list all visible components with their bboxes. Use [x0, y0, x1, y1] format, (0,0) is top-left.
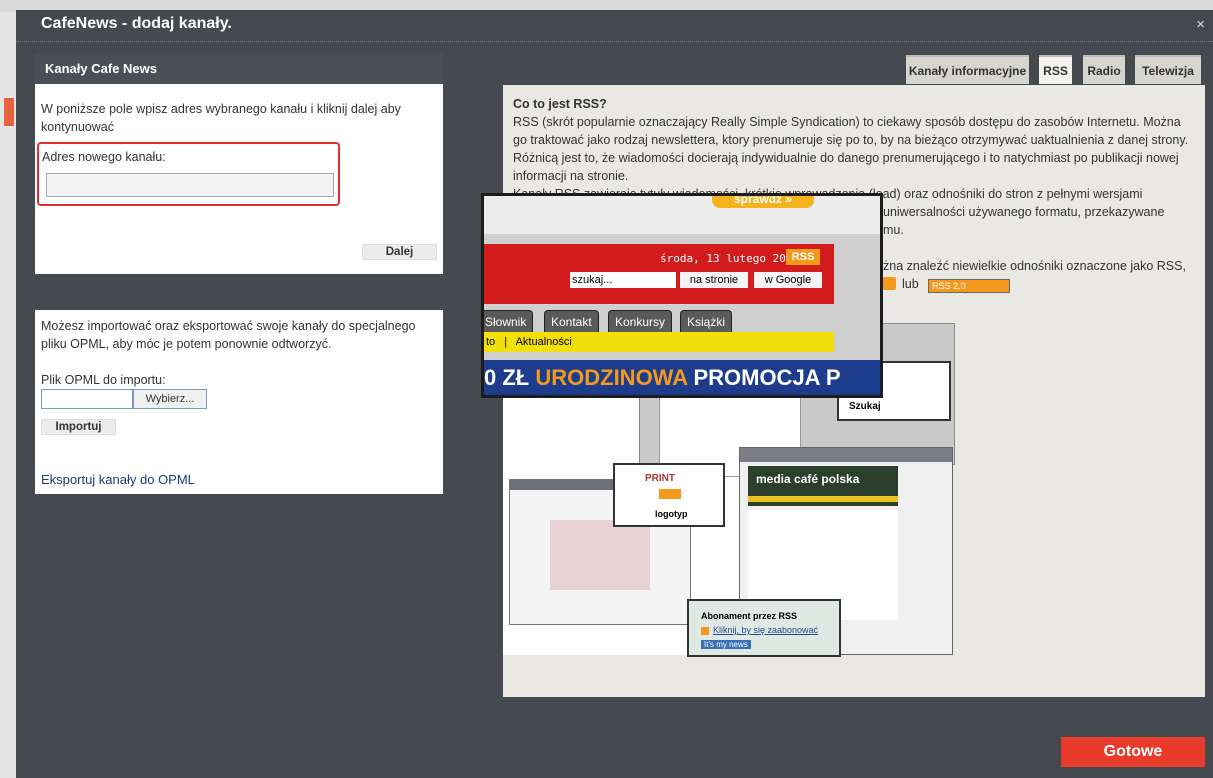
rss-subscribe-icon — [701, 627, 709, 635]
add-channel-panel: W poniższe pole wpisz adres wybranego ka… — [35, 84, 443, 274]
zoom-tab-contact: Kontakt — [544, 310, 599, 333]
zoom-nav: to | Aktualności — [484, 332, 834, 352]
title-divider — [16, 41, 1213, 42]
zoom-overlay: sprawdź » środa, 13 lutego 2008 RSS szuk… — [481, 193, 883, 398]
zoom-banner-mid: URODZINOWA — [535, 365, 688, 390]
rss-description: RSS (skrót popularnie oznaczający Really… — [513, 115, 1189, 183]
intro-text: W poniższe pole wpisz adres wybranego ka… — [41, 102, 401, 134]
opml-text: Możesz importować oraz eksportować swoje… — [41, 319, 416, 351]
rss-heading: Co to jest RSS? — [513, 97, 607, 111]
tab-radio[interactable]: Radio — [1083, 55, 1125, 84]
print-rss-icon — [659, 489, 681, 499]
tab-tv[interactable]: Telewizja — [1135, 55, 1201, 84]
zoom-promo-banner: 0 ZŁ URODZINOWA PROMOCJA P — [484, 360, 880, 395]
opml-panel: Możesz importować oraz eksportować swoje… — [35, 310, 443, 494]
zoom-date: środa, 13 lutego 2008 — [660, 252, 800, 265]
zoom-nav-sep: | — [504, 336, 508, 348]
zoom-banner-right: PROMOCJA P — [693, 365, 841, 390]
mcp-title: media café polska — [756, 472, 860, 486]
check-button: sprawdź » — [712, 196, 814, 208]
rss-badge: RSS 2.0 — [928, 279, 1011, 293]
zoom-header: środa, 13 lutego 2008 RSS szukaj... na s… — [484, 244, 834, 304]
address-input[interactable] — [46, 173, 334, 197]
highlight-frame: Adres nowego kanału: — [37, 142, 340, 206]
browse-button[interactable]: Wybierz... — [133, 389, 207, 409]
import-button[interactable]: Importuj — [41, 419, 116, 435]
mcp-banner: media café polska — [748, 466, 898, 506]
zoom-site-button: na stronie — [680, 272, 748, 288]
tab-rss[interactable]: RSS — [1039, 55, 1072, 84]
subscription-search: Szukaj — [849, 401, 881, 412]
rss-subscribe-link: Kliknij, by się zaabonować — [713, 625, 819, 635]
panel-header: Kanały Cafe News — [35, 54, 443, 84]
opml-label: Plik OPML do importu: — [41, 373, 166, 387]
zoom-tab-dictionary: Słownik — [484, 310, 534, 333]
zoom-tab-books: Książki — [680, 310, 733, 333]
dialog-title: CafeNews - dodaj kanały. — [41, 15, 232, 32]
tab-news-channels[interactable]: Kanały informacyjne — [906, 55, 1029, 84]
zoom-tab-contests: Konkursy — [608, 310, 673, 333]
rss-subscribe-box: Abonament przez RSS Kliknij, by się zaab… — [687, 599, 841, 657]
zoom-google-button: w Google — [754, 272, 822, 288]
zoom-search-field: szukaj... — [570, 272, 676, 288]
next-button[interactable]: Dalej — [362, 244, 437, 260]
close-icon[interactable]: × — [1196, 16, 1205, 33]
address-label: Adres nowego kanału: — [42, 150, 166, 164]
background-left — [0, 12, 16, 778]
zoom-banner-left: 0 ZŁ — [484, 365, 530, 390]
print-box: PRINT logotyp — [613, 463, 725, 527]
zoom-nav-1: to — [486, 336, 496, 348]
print-logo: PRINT — [645, 473, 675, 484]
zoom-nav-news: Aktualności — [515, 336, 572, 348]
print-caption: logotyp — [655, 509, 688, 519]
dialog: CafeNews - dodaj kanały. × Kanały Cafe N… — [16, 10, 1213, 778]
background-accent — [4, 98, 14, 126]
mynews-badge: It's my news — [701, 640, 751, 649]
done-button[interactable]: Gotowe — [1061, 737, 1205, 767]
zoom-rss-button: RSS — [786, 249, 820, 265]
export-link[interactable]: Eksportuj kanały do OPML — [41, 471, 195, 489]
rss-feed-icon — [883, 277, 896, 290]
opml-file-input[interactable] — [41, 389, 133, 409]
rss-or-text: lub — [902, 277, 919, 291]
rss-subscribe-title: Abonament przez RSS — [701, 611, 798, 621]
